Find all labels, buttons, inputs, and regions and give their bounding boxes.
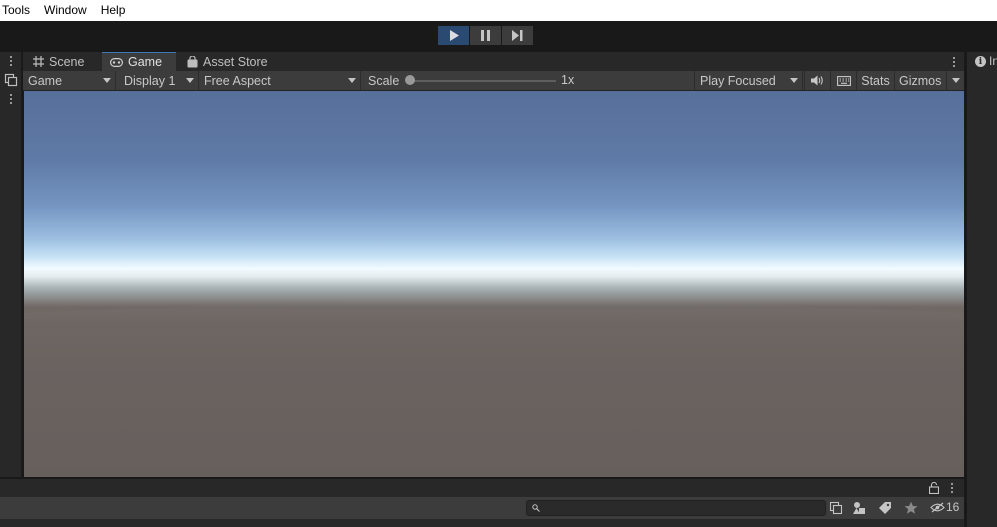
label-tag-icon[interactable] xyxy=(878,501,892,515)
chevron-down-icon xyxy=(952,78,960,83)
eye-hidden-icon xyxy=(930,502,945,512)
gizmos-button[interactable]: Gizmos xyxy=(894,71,946,90)
keyboard-icon xyxy=(836,75,851,86)
dock-icon[interactable] xyxy=(829,501,843,515)
main-toolbar xyxy=(0,21,997,52)
step-icon xyxy=(512,30,523,41)
dock-icon[interactable] xyxy=(4,73,18,87)
hidden-count-value: 16 xyxy=(946,500,960,514)
tab-menu-icon[interactable] xyxy=(952,55,956,68)
display-value: Display 1 xyxy=(124,73,176,88)
mute-audio-button[interactable] xyxy=(804,71,830,90)
inspector-panel: i In xyxy=(967,52,997,527)
shortcuts-button[interactable] xyxy=(830,71,856,90)
stats-button[interactable]: Stats xyxy=(856,71,894,90)
scale-slider-handle[interactable] xyxy=(405,75,415,85)
filter-type-icon[interactable] xyxy=(852,501,866,515)
tab-scene[interactable]: Scene xyxy=(25,52,92,71)
display-mode-dropdown[interactable]: Game xyxy=(23,71,116,90)
hierarchy-panel: 16 xyxy=(0,479,964,527)
menu-help[interactable]: Help xyxy=(94,0,133,21)
search-icon xyxy=(532,504,540,512)
search-input[interactable] xyxy=(526,500,826,516)
menu-bar: Tools Window Help xyxy=(0,0,997,21)
tab-bar: Scene Game Asset Store xyxy=(23,52,964,71)
step-button[interactable] xyxy=(502,26,533,45)
left-panel-submenu-icon[interactable] xyxy=(6,92,16,106)
play-mode-value: Play Focused xyxy=(700,73,776,88)
aspect-value: Free Aspect xyxy=(204,73,271,88)
pause-button[interactable] xyxy=(470,26,501,45)
menu-window[interactable]: Window xyxy=(37,0,94,21)
tab-game[interactable]: Game xyxy=(102,52,176,71)
tab-game-label: Game xyxy=(128,55,163,69)
game-viewport[interactable] xyxy=(24,91,964,477)
scale-slider-track[interactable] xyxy=(408,80,556,82)
horizon xyxy=(24,302,964,321)
gizmos-dropdown[interactable] xyxy=(946,71,964,90)
tab-scene-label: Scene xyxy=(49,54,85,69)
game-toolbar: Game Display 1 Free Aspect Scale 1x Play… xyxy=(23,71,964,91)
pause-icon xyxy=(481,30,490,41)
gamepad-icon xyxy=(110,57,123,67)
tab-asset-store[interactable]: Asset Store xyxy=(179,52,276,71)
bottom-toolbar: 16 xyxy=(0,497,964,519)
hidden-objects-count[interactable]: 16 xyxy=(930,500,959,514)
chevron-down-icon xyxy=(103,78,111,83)
display-mode-value: Game xyxy=(28,73,63,88)
chevron-down-icon xyxy=(186,78,194,83)
star-icon[interactable] xyxy=(904,501,918,515)
play-icon xyxy=(449,30,459,41)
grid-icon xyxy=(33,56,44,67)
menu-tools[interactable]: Tools xyxy=(0,0,37,21)
bottom-panel-menu-icon[interactable] xyxy=(950,482,954,494)
bag-icon xyxy=(187,55,198,67)
info-icon: i xyxy=(975,56,986,67)
left-panel xyxy=(0,52,22,477)
left-panel-menu-icon[interactable] xyxy=(6,54,16,68)
speaker-icon xyxy=(811,75,823,86)
tab-asset-store-label: Asset Store xyxy=(203,54,268,69)
aspect-dropdown[interactable]: Free Aspect xyxy=(199,71,361,90)
inspector-tab-label[interactable]: In xyxy=(989,54,997,68)
play-button[interactable] xyxy=(438,26,469,45)
scale-value: 1x xyxy=(561,73,575,87)
scale-label: Scale xyxy=(368,73,400,88)
play-controls xyxy=(438,26,533,45)
lock-icon[interactable] xyxy=(929,482,939,494)
chevron-down-icon xyxy=(348,78,356,83)
chevron-down-icon xyxy=(790,78,798,83)
play-mode-dropdown[interactable]: Play Focused xyxy=(694,71,803,90)
display-dropdown[interactable]: Display 1 xyxy=(119,71,199,90)
